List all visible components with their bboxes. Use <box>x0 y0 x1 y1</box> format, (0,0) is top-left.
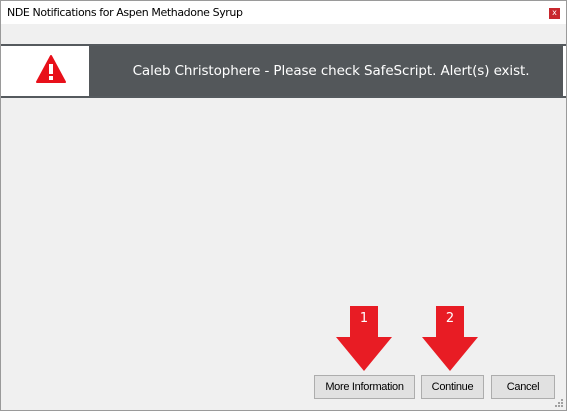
alert-message: Caleb Christophere - Please check SafeSc… <box>132 63 530 79</box>
alert-message-panel: Caleb Christophere - Please check SafeSc… <box>89 46 563 96</box>
annotation-label-2: 2 <box>446 311 454 326</box>
continue-button[interactable]: Continue <box>421 375 484 399</box>
window-title: NDE Notifications for Aspen Methadone Sy… <box>7 6 243 19</box>
dialog-window: NDE Notifications for Aspen Methadone Sy… <box>0 0 567 411</box>
annotation-arrow-2: 2 <box>422 306 478 371</box>
more-information-button[interactable]: More Information <box>314 375 415 399</box>
resize-grip-icon[interactable] <box>554 398 564 408</box>
annotation-arrow-1: 1 <box>336 306 392 371</box>
close-button[interactable]: x <box>549 8 560 19</box>
warning-icon <box>36 55 66 83</box>
title-bar: NDE Notifications for Aspen Methadone Sy… <box>1 1 566 24</box>
cancel-button[interactable]: Cancel <box>491 375 555 399</box>
alert-banner: Caleb Christophere - Please check SafeSc… <box>1 44 566 98</box>
annotation-label-1: 1 <box>360 311 368 326</box>
